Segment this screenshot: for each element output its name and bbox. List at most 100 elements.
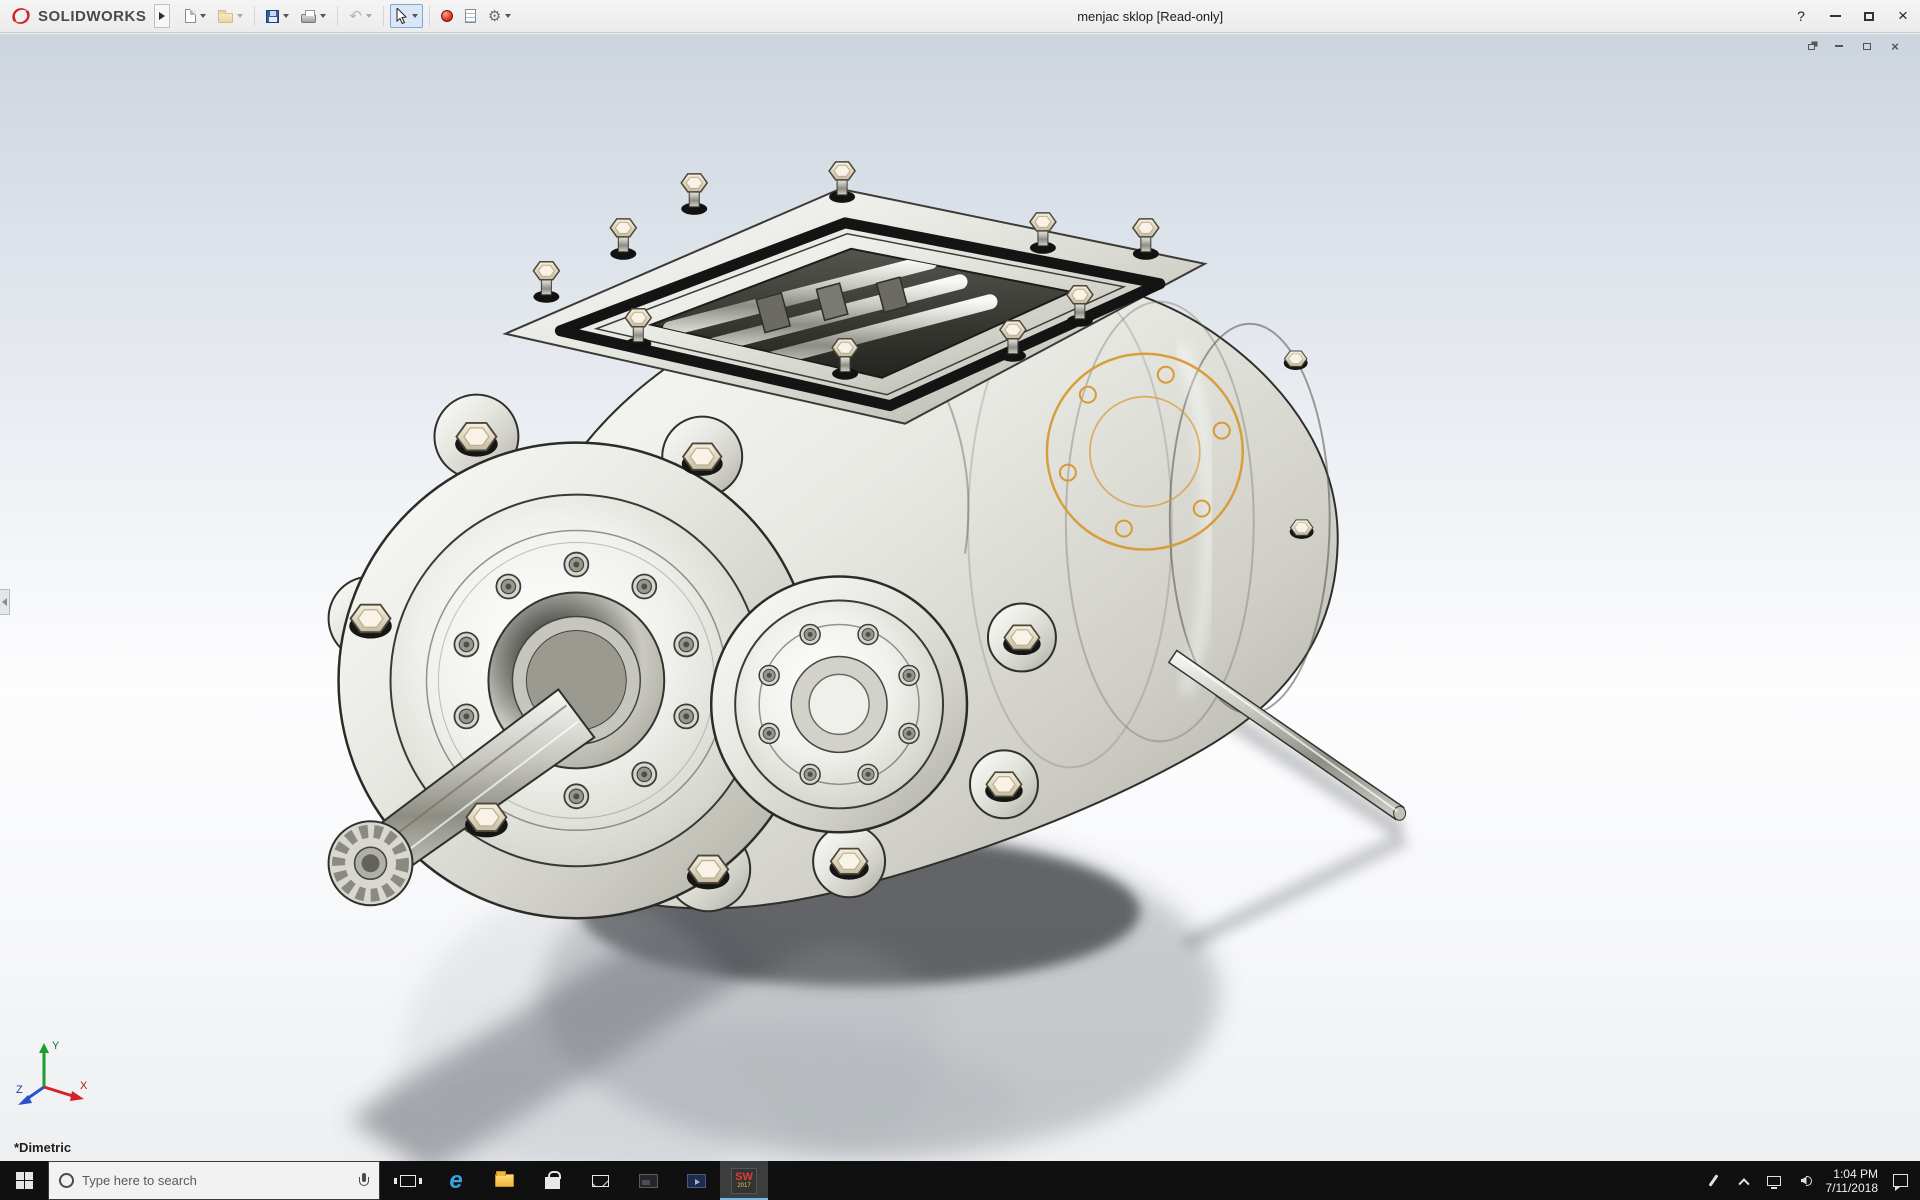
taskbar-apps: e SW 2017 — [384, 1161, 768, 1200]
file-explorer-button[interactable] — [480, 1161, 528, 1200]
maximize-icon — [1863, 42, 1871, 50]
minimize-icon — [1829, 15, 1841, 17]
appearance-sphere-icon — [440, 10, 453, 22]
clock-date: 7/11/2018 — [1825, 1180, 1879, 1195]
edge-icon: e — [449, 1166, 463, 1194]
document-properties-icon — [464, 9, 476, 23]
new-document-button[interactable] — [180, 5, 211, 27]
chevron-right-icon — [159, 12, 166, 20]
cortana-icon — [59, 1173, 74, 1188]
select-tool-button[interactable] — [389, 4, 423, 28]
maximize-icon — [1864, 11, 1874, 21]
document-title: menjac sklop [Read-only] — [1077, 8, 1224, 24]
volume-tray-button[interactable] — [1796, 1173, 1812, 1189]
chevron-down-icon — [320, 14, 327, 18]
doc-minimize-button[interactable] — [1830, 38, 1848, 54]
toolbar-separator — [428, 6, 430, 26]
pen-tray-button[interactable] — [1706, 1173, 1722, 1189]
open-folder-icon — [218, 10, 234, 23]
open-button[interactable] — [213, 5, 248, 27]
chevron-down-icon — [505, 14, 512, 18]
media-play-icon — [686, 1173, 706, 1188]
print-icon — [301, 10, 317, 23]
menu-flyout-button[interactable] — [154, 4, 171, 28]
save-button[interactable] — [261, 6, 294, 27]
triad-z-label: Z — [16, 1084, 23, 1096]
quick-access-toolbar: ↶ ⚙ — [180, 0, 516, 32]
view-orientation-label: *Dimetric — [14, 1140, 72, 1155]
new-document-icon — [185, 9, 197, 23]
appearance-button[interactable] — [436, 6, 458, 26]
save-icon — [266, 9, 280, 23]
store-button[interactable] — [528, 1161, 576, 1200]
network-tray-button[interactable] — [1766, 1173, 1782, 1189]
media-app-button[interactable] — [672, 1161, 720, 1200]
show-hidden-icons-button[interactable] — [1736, 1173, 1752, 1189]
volume-wave-icon — [1805, 1175, 1812, 1186]
triad-x-label: X — [80, 1080, 88, 1092]
clock-time: 1:04 PM — [1833, 1166, 1878, 1181]
triad-y-label: Y — [52, 1040, 60, 1052]
chevron-down-icon — [283, 14, 290, 18]
minimize-button[interactable] — [1818, 0, 1852, 32]
undo-icon: ↶ — [349, 7, 362, 25]
solidworks-logo: SOLIDWORKS — [0, 0, 154, 32]
start-button[interactable] — [0, 1161, 48, 1200]
chevron-up-icon — [1737, 1177, 1750, 1189]
close-button[interactable]: × — [1886, 0, 1920, 32]
solidworks-application-window: SOLIDWORKS ↶ ⚙ menjac sklop [Read-only] … — [0, 0, 1920, 1200]
windows-taskbar: e SW 2017 1:04 PM 7/11/2018 — [0, 1161, 1920, 1200]
chevron-down-icon — [237, 14, 244, 18]
edge-button[interactable]: e — [432, 1161, 480, 1200]
task-view-button[interactable] — [384, 1161, 432, 1200]
toolbar-separator — [382, 6, 384, 26]
help-button[interactable]: ? — [1784, 0, 1818, 32]
taskbar-search-box[interactable] — [48, 1161, 380, 1200]
window-controls: ? × — [1784, 0, 1920, 32]
solidworks-taskbar-button[interactable]: SW 2017 — [720, 1161, 768, 1200]
solidworks-logo-icon — [12, 8, 30, 24]
pen-icon — [1708, 1174, 1719, 1187]
mail-envelope-icon — [591, 1174, 609, 1187]
select-cursor-icon — [396, 8, 407, 24]
action-center-button[interactable] — [1892, 1173, 1908, 1191]
file-explorer-icon — [494, 1171, 514, 1187]
print-button[interactable] — [296, 5, 331, 27]
document-window-controls: × — [1802, 38, 1904, 54]
chevron-down-icon — [411, 14, 418, 18]
options-button[interactable]: ⚙ — [483, 5, 516, 28]
gearbox-3d-model[interactable] — [0, 34, 1920, 1161]
action-center-icon — [1892, 1174, 1908, 1191]
maximize-button[interactable] — [1852, 0, 1886, 32]
windows-logo-icon — [15, 1172, 33, 1189]
microphone-icon[interactable] — [359, 1172, 369, 1189]
restore-down-icon — [1807, 44, 1815, 50]
chevron-down-icon — [200, 14, 207, 18]
brand-text: SOLIDWORKS — [38, 7, 147, 25]
toolbar-separator — [337, 6, 339, 26]
chevron-down-icon — [365, 14, 372, 18]
network-icon — [1766, 1175, 1781, 1189]
store-bag-icon — [544, 1170, 561, 1189]
sw-year-text: 2017 — [737, 1182, 751, 1189]
taskbar-clock[interactable]: 1:04 PM 7/11/2018 — [1826, 1167, 1879, 1195]
minimize-icon — [1835, 45, 1843, 47]
orientation-triad: Y X Z — [16, 1040, 88, 1105]
titlebar: SOLIDWORKS ↶ ⚙ menjac sklop [Read-only] … — [0, 0, 1920, 33]
doc-restore-button[interactable] — [1802, 38, 1820, 54]
undo-button[interactable]: ↶ — [344, 5, 377, 28]
search-input[interactable] — [82, 1173, 351, 1188]
mail-button[interactable] — [576, 1161, 624, 1200]
toolbar-separator — [254, 6, 256, 26]
doc-maximize-button[interactable] — [1858, 38, 1876, 54]
doc-close-button[interactable]: × — [1886, 38, 1904, 54]
document-properties-button[interactable] — [460, 5, 481, 27]
options-gear-icon: ⚙ — [487, 7, 502, 25]
task-view-icon — [394, 1174, 422, 1187]
system-tray: 1:04 PM 7/11/2018 — [1706, 1161, 1920, 1200]
sw-logo-text: SW — [735, 1170, 753, 1183]
graphics-viewport[interactable]: × Y X Z *Dimetric — [0, 34, 1920, 1161]
dark-app-button[interactable] — [624, 1161, 672, 1200]
solidworks-app-icon: SW 2017 — [731, 1167, 757, 1194]
app-window-icon — [638, 1173, 658, 1188]
